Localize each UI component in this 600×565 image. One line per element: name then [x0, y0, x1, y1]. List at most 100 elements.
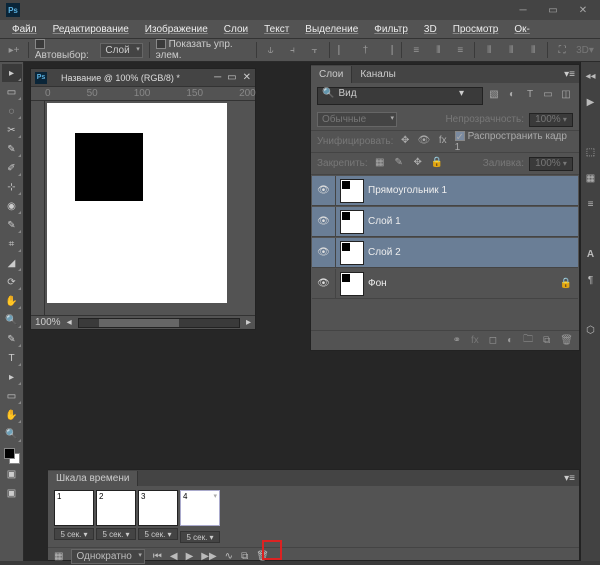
align-left-icon[interactable]: ⎸: [335, 42, 351, 58]
align-icon[interactable]: ⫞: [285, 42, 301, 58]
layer-filter-select[interactable]: 🔍Вид ▾: [317, 87, 483, 105]
loop-select[interactable]: Однократно: [71, 549, 144, 564]
history-panel-icon[interactable]: ▶: [583, 94, 599, 110]
layer-name[interactable]: Слой 2: [368, 247, 401, 258]
visibility-icon[interactable]: 👁: [312, 176, 336, 205]
doc-maximize[interactable]: ▭: [227, 72, 236, 83]
layer-name[interactable]: Прямоугольник 1: [368, 185, 447, 196]
distribute-icon[interactable]: ⦀: [481, 42, 497, 58]
layer-thumbnail[interactable]: [340, 210, 364, 234]
frame-duration[interactable]: 5 сек. ▾: [138, 528, 178, 540]
history-brush-tool[interactable]: ✎: [2, 216, 22, 234]
window-maximize[interactable]: ▭: [542, 3, 564, 17]
crop-tool[interactable]: ✂: [2, 121, 22, 139]
align-icon[interactable]: ⫝: [263, 42, 279, 58]
character-panel-icon[interactable]: A: [583, 246, 599, 262]
layer-row[interactable]: 👁 Прямоугольник 1: [312, 176, 578, 206]
zoom-level[interactable]: 100%: [35, 317, 61, 328]
align-right-icon[interactable]: ⎹: [379, 42, 395, 58]
layer-row[interactable]: 👁Фон🔒: [312, 269, 578, 299]
layer-style-icon[interactable]: fx: [471, 335, 479, 346]
frame-duration[interactable]: 5 сек. ▾: [96, 528, 136, 540]
new-layer-icon[interactable]: ⧉: [543, 335, 550, 346]
animation-frame[interactable]: 4: [180, 490, 220, 526]
filter-shape-icon[interactable]: ▭: [541, 89, 555, 103]
lock-position-icon[interactable]: ✥: [411, 157, 425, 171]
menu-изображение[interactable]: Изображение: [139, 22, 214, 37]
zoom-tool[interactable]: 🔍: [2, 425, 22, 443]
lasso-tool[interactable]: ◌: [2, 102, 22, 120]
unify-position-icon[interactable]: ✥: [398, 135, 412, 149]
pen-tool[interactable]: 🔍: [2, 311, 22, 329]
frame-duration[interactable]: 5 сек. ▾: [180, 531, 220, 543]
convert-timeline-icon[interactable]: ▦: [54, 551, 63, 562]
menu-фильтр[interactable]: Фильтр: [368, 22, 414, 37]
rectangle-shape[interactable]: [75, 133, 143, 201]
rotate-tool[interactable]: ✋: [2, 406, 22, 424]
blur-tool[interactable]: ⟳: [2, 273, 22, 291]
blend-mode-select[interactable]: Обычные: [317, 112, 397, 127]
fill-slider[interactable]: 100% ▾: [529, 157, 573, 171]
brush-tool[interactable]: ⊹: [2, 178, 22, 196]
tween-icon[interactable]: ∿: [225, 551, 233, 562]
3d-panel-icon[interactable]: ⬡: [583, 322, 599, 338]
visibility-icon[interactable]: 👁: [312, 238, 336, 267]
menu-файл[interactable]: Файл: [6, 22, 43, 37]
lock-all-icon[interactable]: 🔒: [430, 157, 444, 171]
panel-menu-icon[interactable]: ▾≡: [560, 473, 579, 484]
healing-tool[interactable]: ✐: [2, 159, 22, 177]
distribute-icon[interactable]: ⦀: [430, 42, 446, 58]
color-panel-icon[interactable]: ⬚: [583, 144, 599, 160]
layer-mask-icon[interactable]: ◻: [489, 335, 497, 346]
type-tool[interactable]: ✎: [2, 330, 22, 348]
tab-timeline[interactable]: Шкала времени: [48, 471, 138, 486]
prev-frame-icon[interactable]: ◀: [170, 551, 178, 562]
show-controls-checkbox[interactable]: Показать упр. элем.: [156, 39, 250, 61]
unify-style-icon[interactable]: fx: [436, 135, 450, 149]
layer-thumbnail[interactable]: [340, 179, 364, 203]
expand-dock-icon[interactable]: ◂◂: [583, 68, 599, 84]
play-icon[interactable]: ▶: [186, 551, 194, 562]
opacity-slider[interactable]: 100% ▾: [529, 113, 573, 127]
filter-image-icon[interactable]: ▧: [487, 89, 501, 103]
marquee-tool[interactable]: ▭: [2, 83, 22, 101]
3d-mode-icon[interactable]: ⛶: [554, 42, 570, 58]
animation-frame[interactable]: 1: [54, 490, 94, 526]
rectangle-tool[interactable]: ▸: [2, 368, 22, 386]
align-icon[interactable]: ⫟: [307, 42, 323, 58]
tab-layers[interactable]: Слои: [311, 66, 352, 83]
layer-thumbnail[interactable]: [340, 272, 364, 296]
distribute-icon[interactable]: ≡: [452, 42, 468, 58]
panel-menu-icon[interactable]: ▾≡: [560, 69, 579, 80]
menu-выделение[interactable]: Выделение: [299, 22, 364, 37]
delete-layer-icon[interactable]: 🗑: [560, 335, 573, 346]
next-frame-icon[interactable]: ▶▶: [201, 551, 216, 562]
dodge-tool[interactable]: ✋: [2, 292, 22, 310]
color-swatch[interactable]: [4, 448, 20, 464]
eraser-tool[interactable]: ⌗: [2, 235, 22, 253]
distribute-icon[interactable]: ⦀: [525, 42, 541, 58]
window-minimize[interactable]: ─: [512, 3, 534, 17]
screen-mode-icon[interactable]: ▣: [2, 484, 22, 502]
canvas[interactable]: [47, 103, 227, 303]
frame-duration[interactable]: 5 сек. ▾: [54, 528, 94, 540]
animation-frame[interactable]: 2: [96, 490, 136, 526]
hand-tool[interactable]: ▭: [2, 387, 22, 405]
window-close[interactable]: ✕: [572, 3, 594, 17]
layer-name[interactable]: Фон: [368, 278, 387, 289]
menu-слои[interactable]: Слои: [218, 22, 254, 37]
tab-channels[interactable]: Каналы: [352, 66, 404, 83]
distribute-icon[interactable]: ≡: [408, 42, 424, 58]
menu-редактирование[interactable]: Редактирование: [47, 22, 135, 37]
auto-select-checkbox[interactable]: Автовыбор:: [35, 39, 95, 61]
menu-3d[interactable]: 3D: [418, 22, 443, 37]
quick-mask-icon[interactable]: ▣: [2, 465, 22, 483]
lock-transparent-icon[interactable]: ▦: [373, 157, 387, 171]
link-layers-icon[interactable]: ⚭: [453, 335, 461, 346]
menu-текст[interactable]: Текст: [258, 22, 295, 37]
doc-minimize[interactable]: ─: [214, 72, 221, 83]
lock-paint-icon[interactable]: ✎: [392, 157, 406, 171]
type-panel-icon[interactable]: ≡: [583, 196, 599, 212]
filter-adjust-icon[interactable]: ◐: [505, 89, 519, 103]
visibility-icon[interactable]: 👁: [312, 207, 336, 236]
